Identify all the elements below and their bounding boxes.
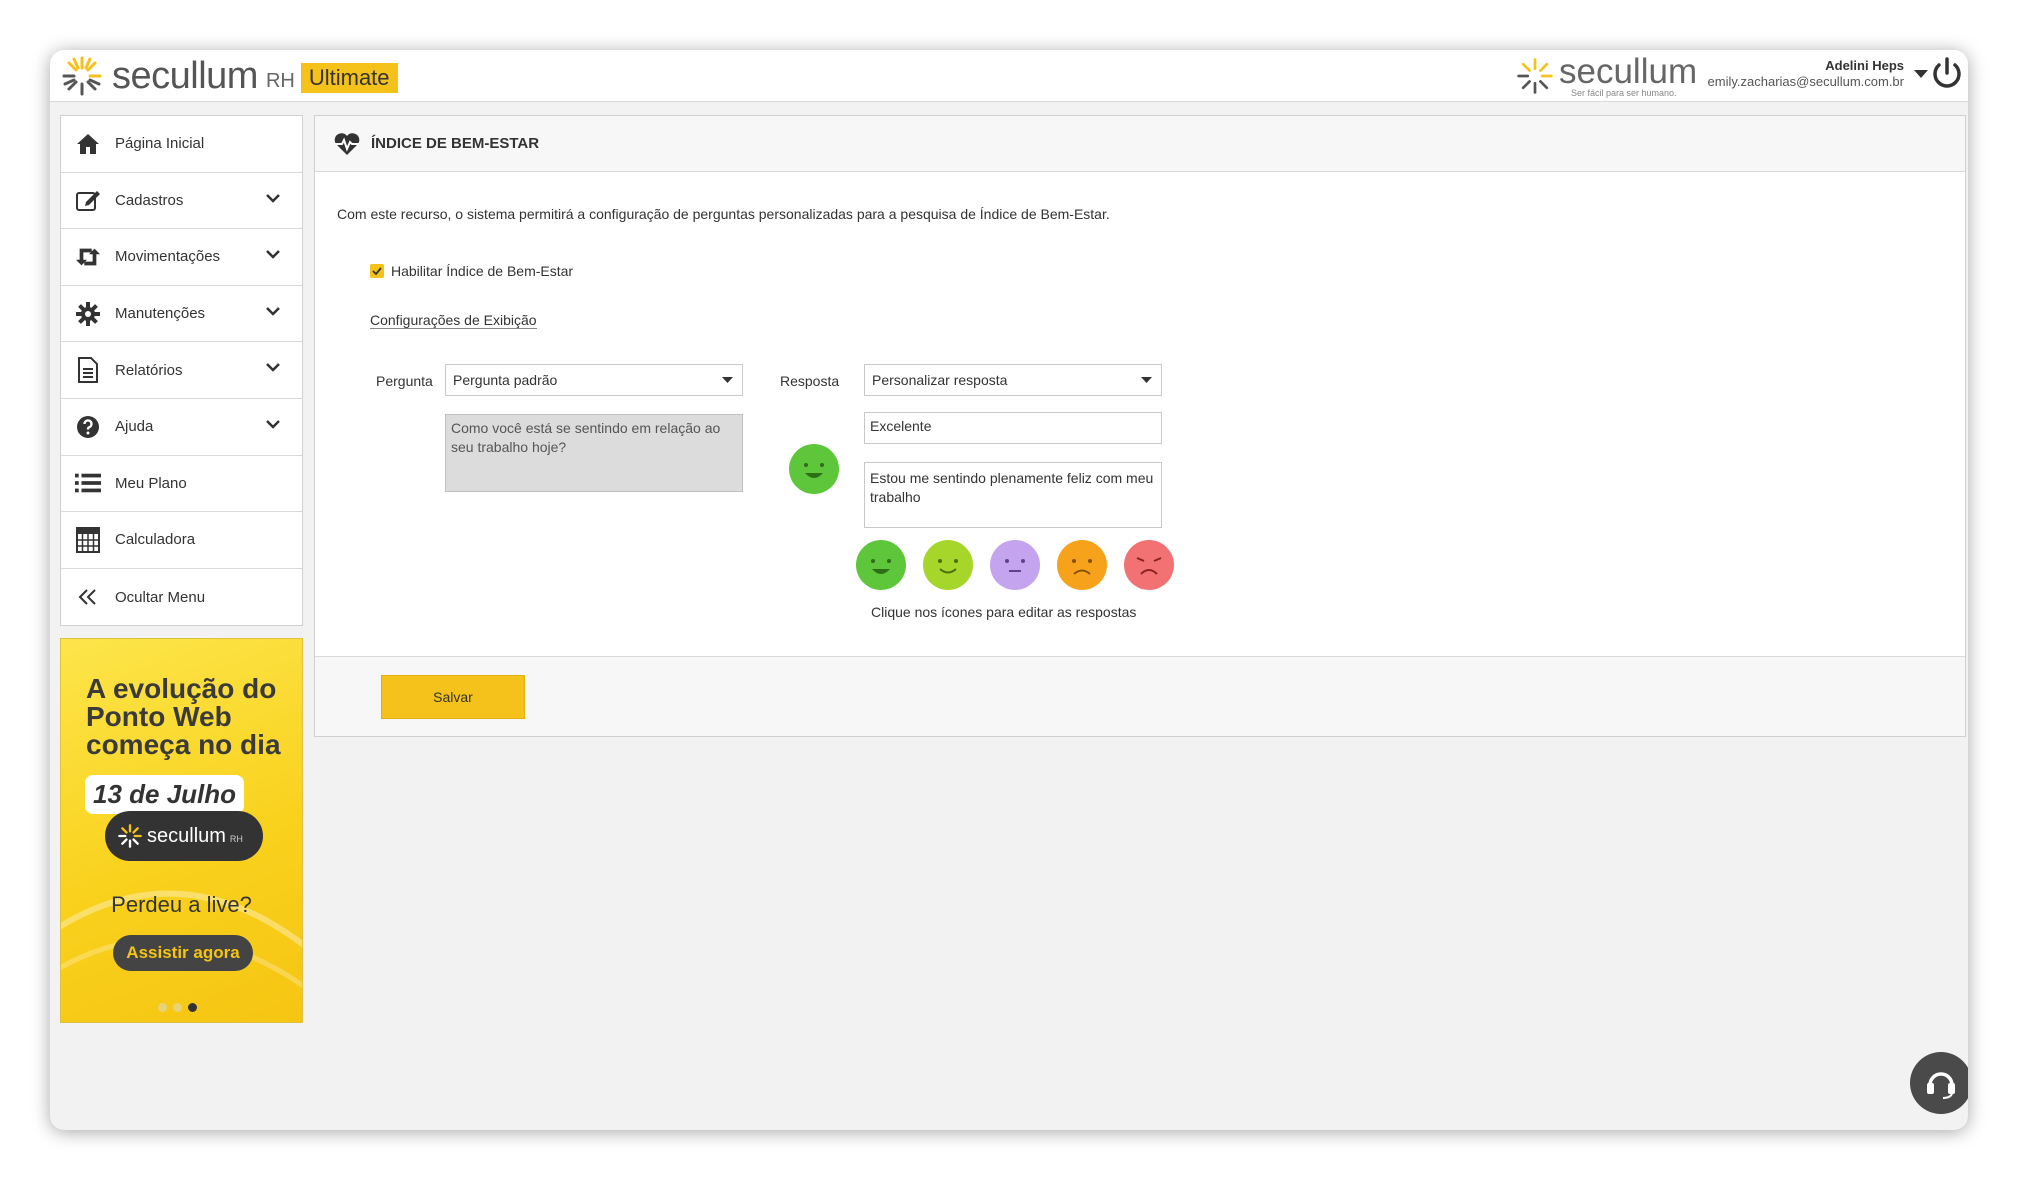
sidebar-item-label: Ajuda: [115, 418, 154, 436]
sidebar-item-meu-plano[interactable]: Meu Plano: [61, 456, 302, 513]
calculator-icon: [75, 526, 101, 553]
sidebar-item-ocultar-menu[interactable]: Ocultar Menu: [61, 569, 302, 626]
brand-logo: secullum Ser fácil para ser humano.: [1513, 52, 1697, 100]
sidebar-item-cadastros[interactable]: Cadastros: [61, 173, 302, 230]
user-email: emily.zacharias@secullum.com.br: [1707, 74, 1904, 89]
sidebar-menu: Página Inicial Cadastros Movimentações M…: [60, 115, 303, 627]
question-select-value: Pergunta padrão: [453, 372, 558, 388]
sidebar-item-label: Cadastros: [115, 191, 184, 209]
logo-text: secullum: [112, 54, 258, 97]
checkmark-icon: [372, 267, 382, 275]
answer-select[interactable]: Personalizar resposta: [864, 364, 1162, 396]
sidebar: Página Inicial Cadastros Movimentações M…: [60, 115, 303, 1024]
chevron-down-icon: [266, 420, 280, 429]
sidebar-item-calculadora[interactable]: Calculadora: [61, 512, 302, 569]
banner-title: A evolução do Ponto Web começa no dia: [86, 673, 281, 761]
gear-icon: [75, 301, 101, 327]
faces-hint: Clique nos ícones para editar as respost…: [871, 604, 1137, 620]
panel-header: ÍNDICE DE BEM-ESTAR: [315, 116, 1965, 172]
sidebar-item-manutencoes[interactable]: Manutenções: [61, 286, 302, 343]
panel-description: Com este recurso, o sistema permitirá a …: [337, 206, 1110, 222]
chevron-down-icon: [266, 250, 280, 259]
answer-title-input[interactable]: Excelente: [864, 412, 1162, 444]
carousel-dot[interactable]: [158, 1003, 167, 1013]
very-sad-face-icon[interactable]: [1124, 540, 1174, 590]
question-label: Pergunta: [376, 373, 433, 389]
answer-text-input[interactable]: Estou me sentindo plenamente feliz com m…: [864, 462, 1162, 528]
answer-label: Resposta: [780, 373, 840, 389]
sidebar-item-label: Calculadora: [115, 531, 196, 549]
watch-now-button[interactable]: Assistir agora: [113, 935, 253, 972]
sidebar-item-label: Ocultar Menu: [115, 588, 206, 606]
heartbeat-icon: [334, 132, 360, 155]
carousel-dot[interactable]: [173, 1003, 182, 1013]
question-textarea[interactable]: Como você está se sentindo em relação ao…: [445, 414, 743, 492]
chevron-down-icon: [266, 363, 280, 373]
chevron-down-icon: [266, 193, 280, 203]
support-chat-button[interactable]: [1910, 1052, 1968, 1114]
chevron-down-icon: [266, 306, 280, 316]
sidebar-item-ajuda[interactable]: Ajuda: [61, 399, 302, 456]
sidebar-item-label: Movimentações: [115, 248, 221, 266]
banner-brand-pill: secullum RH: [105, 811, 263, 862]
caret-down-icon: [1141, 377, 1152, 383]
power-icon[interactable]: [1930, 56, 1964, 92]
carousel-dot-active[interactable]: [188, 1003, 197, 1013]
banner-pill-rh: RH: [229, 834, 243, 845]
enable-wellbeing-checkbox-row[interactable]: Habilitar Índice de Bem-Estar: [370, 263, 573, 279]
secullum-sun-icon: [62, 56, 102, 96]
banner-date: 13 de Julho: [85, 775, 245, 815]
sidebar-item-label: Manutenções: [115, 305, 206, 323]
face-selector: [856, 540, 1174, 590]
promo-banner[interactable]: A evolução do Ponto Web começa no dia 13…: [60, 638, 303, 1024]
sidebar-item-label: Relatórios: [115, 361, 183, 379]
edit-icon: [75, 187, 101, 213]
logo-rh: RH: [265, 69, 295, 92]
secullum-sun-icon: [118, 824, 142, 849]
home-icon: [75, 131, 101, 157]
enable-wellbeing-checkbox[interactable]: [370, 264, 384, 278]
headset-icon: [1927, 1072, 1955, 1099]
app-logo[interactable]: secullum RH Ultimate: [60, 52, 398, 100]
wellbeing-panel: ÍNDICE DE BEM-ESTAR Com este recurso, o …: [314, 115, 1966, 737]
banner-question: Perdeu a live?: [111, 892, 252, 918]
list-icon: [75, 470, 101, 496]
double-chevron-left-icon: [75, 584, 101, 610]
sidebar-item-relatorios[interactable]: Relatórios: [61, 342, 302, 399]
sidebar-item-label: Meu Plano: [115, 474, 187, 492]
top-bar: secullum RH Ultimate secullum Ser fácil …: [50, 50, 1968, 102]
question-select[interactable]: Pergunta padrão: [445, 364, 743, 396]
enable-wellbeing-label: Habilitar Índice de Bem-Estar: [391, 263, 574, 279]
carousel-dots: [158, 1003, 197, 1013]
help-icon: [75, 414, 101, 440]
document-icon: [75, 357, 101, 384]
sidebar-item-movimentacoes[interactable]: Movimentações: [61, 229, 302, 286]
save-button[interactable]: Salvar: [381, 675, 525, 719]
user-info[interactable]: Adelini Heps emily.zacharias@secullum.co…: [1708, 58, 1904, 89]
app-window: secullum RH Ultimate secullum Ser fácil …: [50, 50, 1968, 1130]
caret-down-icon[interactable]: [1914, 70, 1928, 80]
secullum-sun-icon: [1517, 58, 1553, 94]
sidebar-item-label: Página Inicial: [115, 135, 205, 153]
sad-face-icon[interactable]: [1057, 540, 1107, 590]
edition-badge: Ultimate: [300, 63, 398, 93]
display-settings-link[interactable]: Configurações de Exibição: [370, 312, 537, 329]
page-title: ÍNDICE DE BEM-ESTAR: [371, 135, 540, 152]
sidebar-item-pagina-inicial[interactable]: Página Inicial: [61, 116, 302, 173]
happy-face-icon[interactable]: [923, 540, 973, 590]
very-happy-face-icon[interactable]: [856, 540, 906, 590]
banner-pill-text: secullum: [147, 824, 226, 847]
brand-tagline: Ser fácil para ser humano.: [1571, 88, 1677, 98]
selected-very-happy-face-icon: [789, 444, 839, 494]
brand-name: secullum: [1559, 52, 1698, 91]
neutral-face-icon[interactable]: [990, 540, 1040, 590]
user-name: Adelini Heps: [1825, 58, 1904, 73]
caret-down-icon: [722, 377, 733, 383]
swap-icon: [75, 244, 101, 270]
answer-select-value: Personalizar resposta: [872, 372, 1008, 388]
panel-footer: Salvar: [315, 656, 1965, 736]
